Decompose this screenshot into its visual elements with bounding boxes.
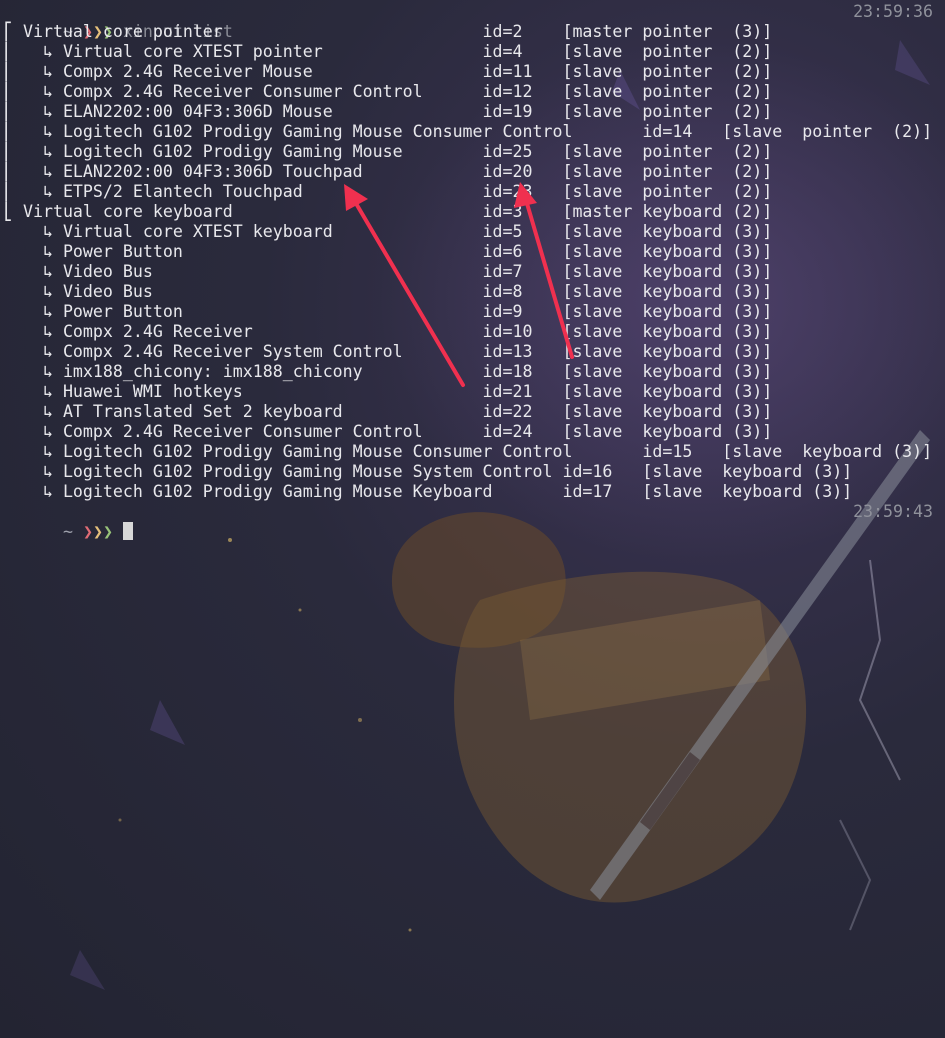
output-line: ↳ Virtual core XTEST keyboard id=5 [slav…	[3, 222, 773, 241]
command-timestamp: 23:59:36	[853, 2, 933, 21]
output-line-master-keyboard: ⎣ Virtual core keyboard id=3 [master key…	[3, 202, 773, 221]
prompt-timestamp: 23:59:43	[853, 502, 933, 521]
output-line-etps-touchpad: ⎜ ↳ ETPS/2 Elantech Touchpad id=23 [slav…	[3, 182, 773, 201]
output-line: ↳ Power Button id=6 [slave keyboard (3)]	[3, 242, 773, 261]
output-line: ⎜ ↳ Compx 2.4G Receiver Mouse id=11 [sla…	[3, 62, 773, 81]
output-line: ↳ Power Button id=9 [slave keyboard (3)]	[3, 302, 773, 321]
output-line: ⎜ ↳ Logitech G102 Prodigy Gaming Mouse C…	[3, 122, 933, 141]
output-line: ↳ imx188_chicony: imx188_chicony id=18 […	[3, 362, 773, 381]
output-line: ↳ Compx 2.4G Receiver System Control id=…	[3, 342, 773, 361]
output-line: ↳ Logitech G102 Prodigy Gaming Mouse Key…	[3, 482, 853, 501]
terminal-window[interactable]: ~ ❯❯❯ xinput list 23:59:36 ⎡ Virtual cor…	[0, 0, 945, 1038]
output-line: ↳ Logitech G102 Prodigy Gaming Mouse Sys…	[3, 462, 853, 481]
output-line: ↳ Compx 2.4G Receiver id=10 [slave keybo…	[3, 322, 773, 341]
output-line-master-pointer: ⎡ Virtual core pointer id=2 [master poin…	[3, 22, 773, 41]
output-line: ↳ Huawei WMI hotkeys id=21 [slave keyboa…	[3, 382, 773, 401]
input-prompt-line[interactable]: ~ ❯❯❯ 23:59:43	[3, 502, 941, 541]
output-line: ⎜ ↳ ELAN2202:00 04F3:306D Mouse id=19 [s…	[3, 102, 773, 121]
output-line: ↳ Video Bus id=7 [slave keyboard (3)]	[3, 262, 773, 281]
output-line: ⎜ ↳ Logitech G102 Prodigy Gaming Mouse i…	[3, 142, 773, 161]
prompt-arrow-green: ❯	[102, 522, 113, 541]
prompt-tilde: ~	[62, 522, 73, 541]
output-line: ⎜ ↳ Virtual core XTEST pointer id=4 [sla…	[3, 42, 773, 61]
output-line-elan-touchpad: ⎜ ↳ ELAN2202:00 04F3:306D Touchpad id=20…	[3, 162, 773, 181]
output-line: ↳ Video Bus id=8 [slave keyboard (3)]	[3, 282, 773, 301]
output-line: ↳ AT Translated Set 2 keyboard id=22 [sl…	[3, 402, 773, 421]
command-prompt-line: ~ ❯❯❯ xinput list 23:59:36	[3, 2, 941, 41]
prompt-arrow-yellow: ❯	[92, 522, 103, 541]
output-line: ↳ Logitech G102 Prodigy Gaming Mouse Con…	[3, 442, 933, 461]
prompt-arrows: ❯❯❯	[83, 522, 113, 541]
text-cursor[interactable]	[122, 522, 133, 540]
prompt-arrow-red: ❯	[82, 522, 93, 541]
output-line: ↳ Compx 2.4G Receiver Consumer Control i…	[3, 422, 773, 441]
output-line: ⎜ ↳ Compx 2.4G Receiver Consumer Control…	[3, 82, 773, 101]
